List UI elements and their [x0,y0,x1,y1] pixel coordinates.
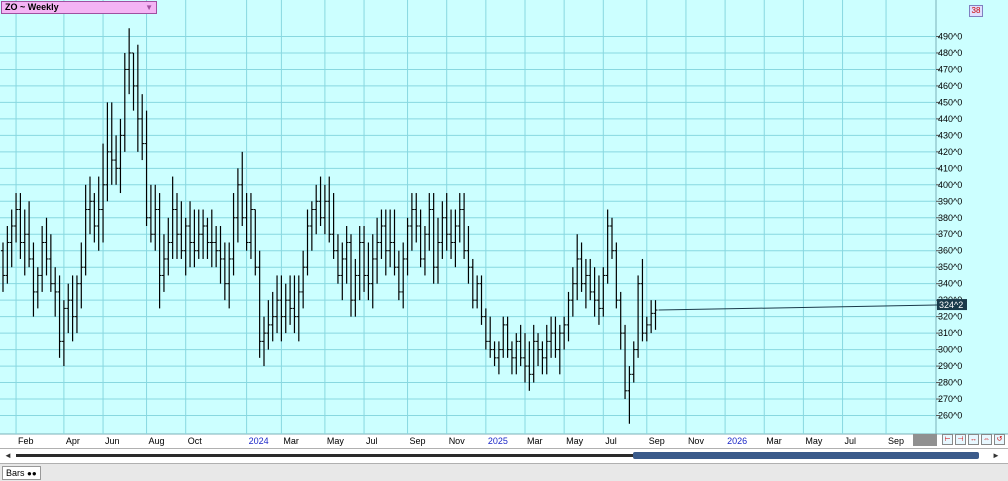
y-tick-label: 440^0 [938,114,962,124]
bars-tab[interactable]: Bars ●● [2,466,41,480]
x-tick-year-label: 2026 [727,436,747,446]
y-tick-label: 450^0 [938,97,962,107]
bottom-tab-bar: Bars ●● [0,463,1008,481]
x-tick-label: Nov [449,436,466,446]
link-icon[interactable]: ●● [27,469,37,478]
y-tick-label: 280^0 [938,378,962,388]
scroll-left-icon[interactable]: ◄ [2,450,14,462]
y-tick-label: 410^0 [938,163,962,173]
price-chart: 260^0270^0280^0290^0300^0310^0320^0330^0… [0,0,1008,448]
bars-tab-label: Bars [6,468,25,478]
x-tick-label: Nov [688,436,705,446]
x-tick-year-label: 2024 [249,436,269,446]
y-tick-label: 400^0 [938,180,962,190]
y-tick-label: 480^0 [938,48,962,58]
x-tick-label: Oct [188,436,203,446]
y-tick-label: 490^0 [938,31,962,41]
x-tick-label: Sep [410,436,426,446]
y-tick-label: 430^0 [938,130,962,140]
y-tick-label: 370^0 [938,229,962,239]
x-tick-year-label: 2025 [488,436,508,446]
x-tick-label: May [327,436,345,446]
x-tick-label: Jul [605,436,617,446]
dropdown-arrow-icon[interactable]: ▼ [145,2,153,13]
y-tick-label: 360^0 [938,246,962,256]
y-tick-label: 420^0 [938,147,962,157]
x-tick-label: Aug [149,436,165,446]
expand-icon[interactable]: ⇔ [981,434,992,445]
y-tick-label: 380^0 [938,213,962,223]
y-tick-label: 390^0 [938,196,962,206]
y-tick-label: 460^0 [938,81,962,91]
y-tick-label: 320^0 [938,312,962,322]
horizontal-scrollbar[interactable]: ◄ ► [0,448,1008,463]
symbol-title: ZO ~ Weekly [5,2,59,12]
x-tick-label: Mar [283,436,299,446]
x-tick-label: Mar [527,436,543,446]
last-price-label: 324^2 [939,300,963,310]
x-tick-label: May [805,436,823,446]
x-tick-label: May [566,436,584,446]
scroll-thumb[interactable] [633,452,979,459]
reset-icon[interactable]: ↺ [994,434,1005,445]
x-tick-label: Jul [366,436,378,446]
y-tick-label: 340^0 [938,279,962,289]
corner-badge[interactable]: 38 [969,5,983,17]
compress-icon[interactable]: ↔ [968,434,979,445]
x-tick-label: Mar [766,436,782,446]
x-tick-label: Sep [649,436,665,446]
y-tick-label: 300^0 [938,345,962,355]
y-tick-label: 470^0 [938,64,962,74]
x-tick-label: Jul [845,436,857,446]
x-tick-label: Feb [18,436,34,446]
scroll-right-icon[interactable]: ► [990,450,1002,462]
plot-background [0,0,936,434]
x-tick-label: Sep [888,436,904,446]
y-tick-label: 270^0 [938,394,962,404]
x-tick-labels: Feb Apr Jun Aug Oct 2024 Mar May Jul Sep Nov 2025 Ma… [18,436,904,446]
x-tick-label: Apr [66,436,80,446]
y-tick-label: 350^0 [938,262,962,272]
x-axis-highlight [913,434,937,446]
y-tick-label: 310^0 [938,328,962,338]
chart-area: 260^0270^0280^0290^0300^0310^0320^0330^0… [0,0,1008,480]
zoom-out-icon[interactable]: ⊢ [942,434,953,445]
y-tick-label: 290^0 [938,361,962,371]
zoom-in-icon[interactable]: ⊣ [955,434,966,445]
y-tick-label: 260^0 [938,411,962,421]
symbol-selector[interactable]: ZO ~ Weekly ▼ [1,1,157,14]
x-tick-label: Jun [105,436,120,446]
